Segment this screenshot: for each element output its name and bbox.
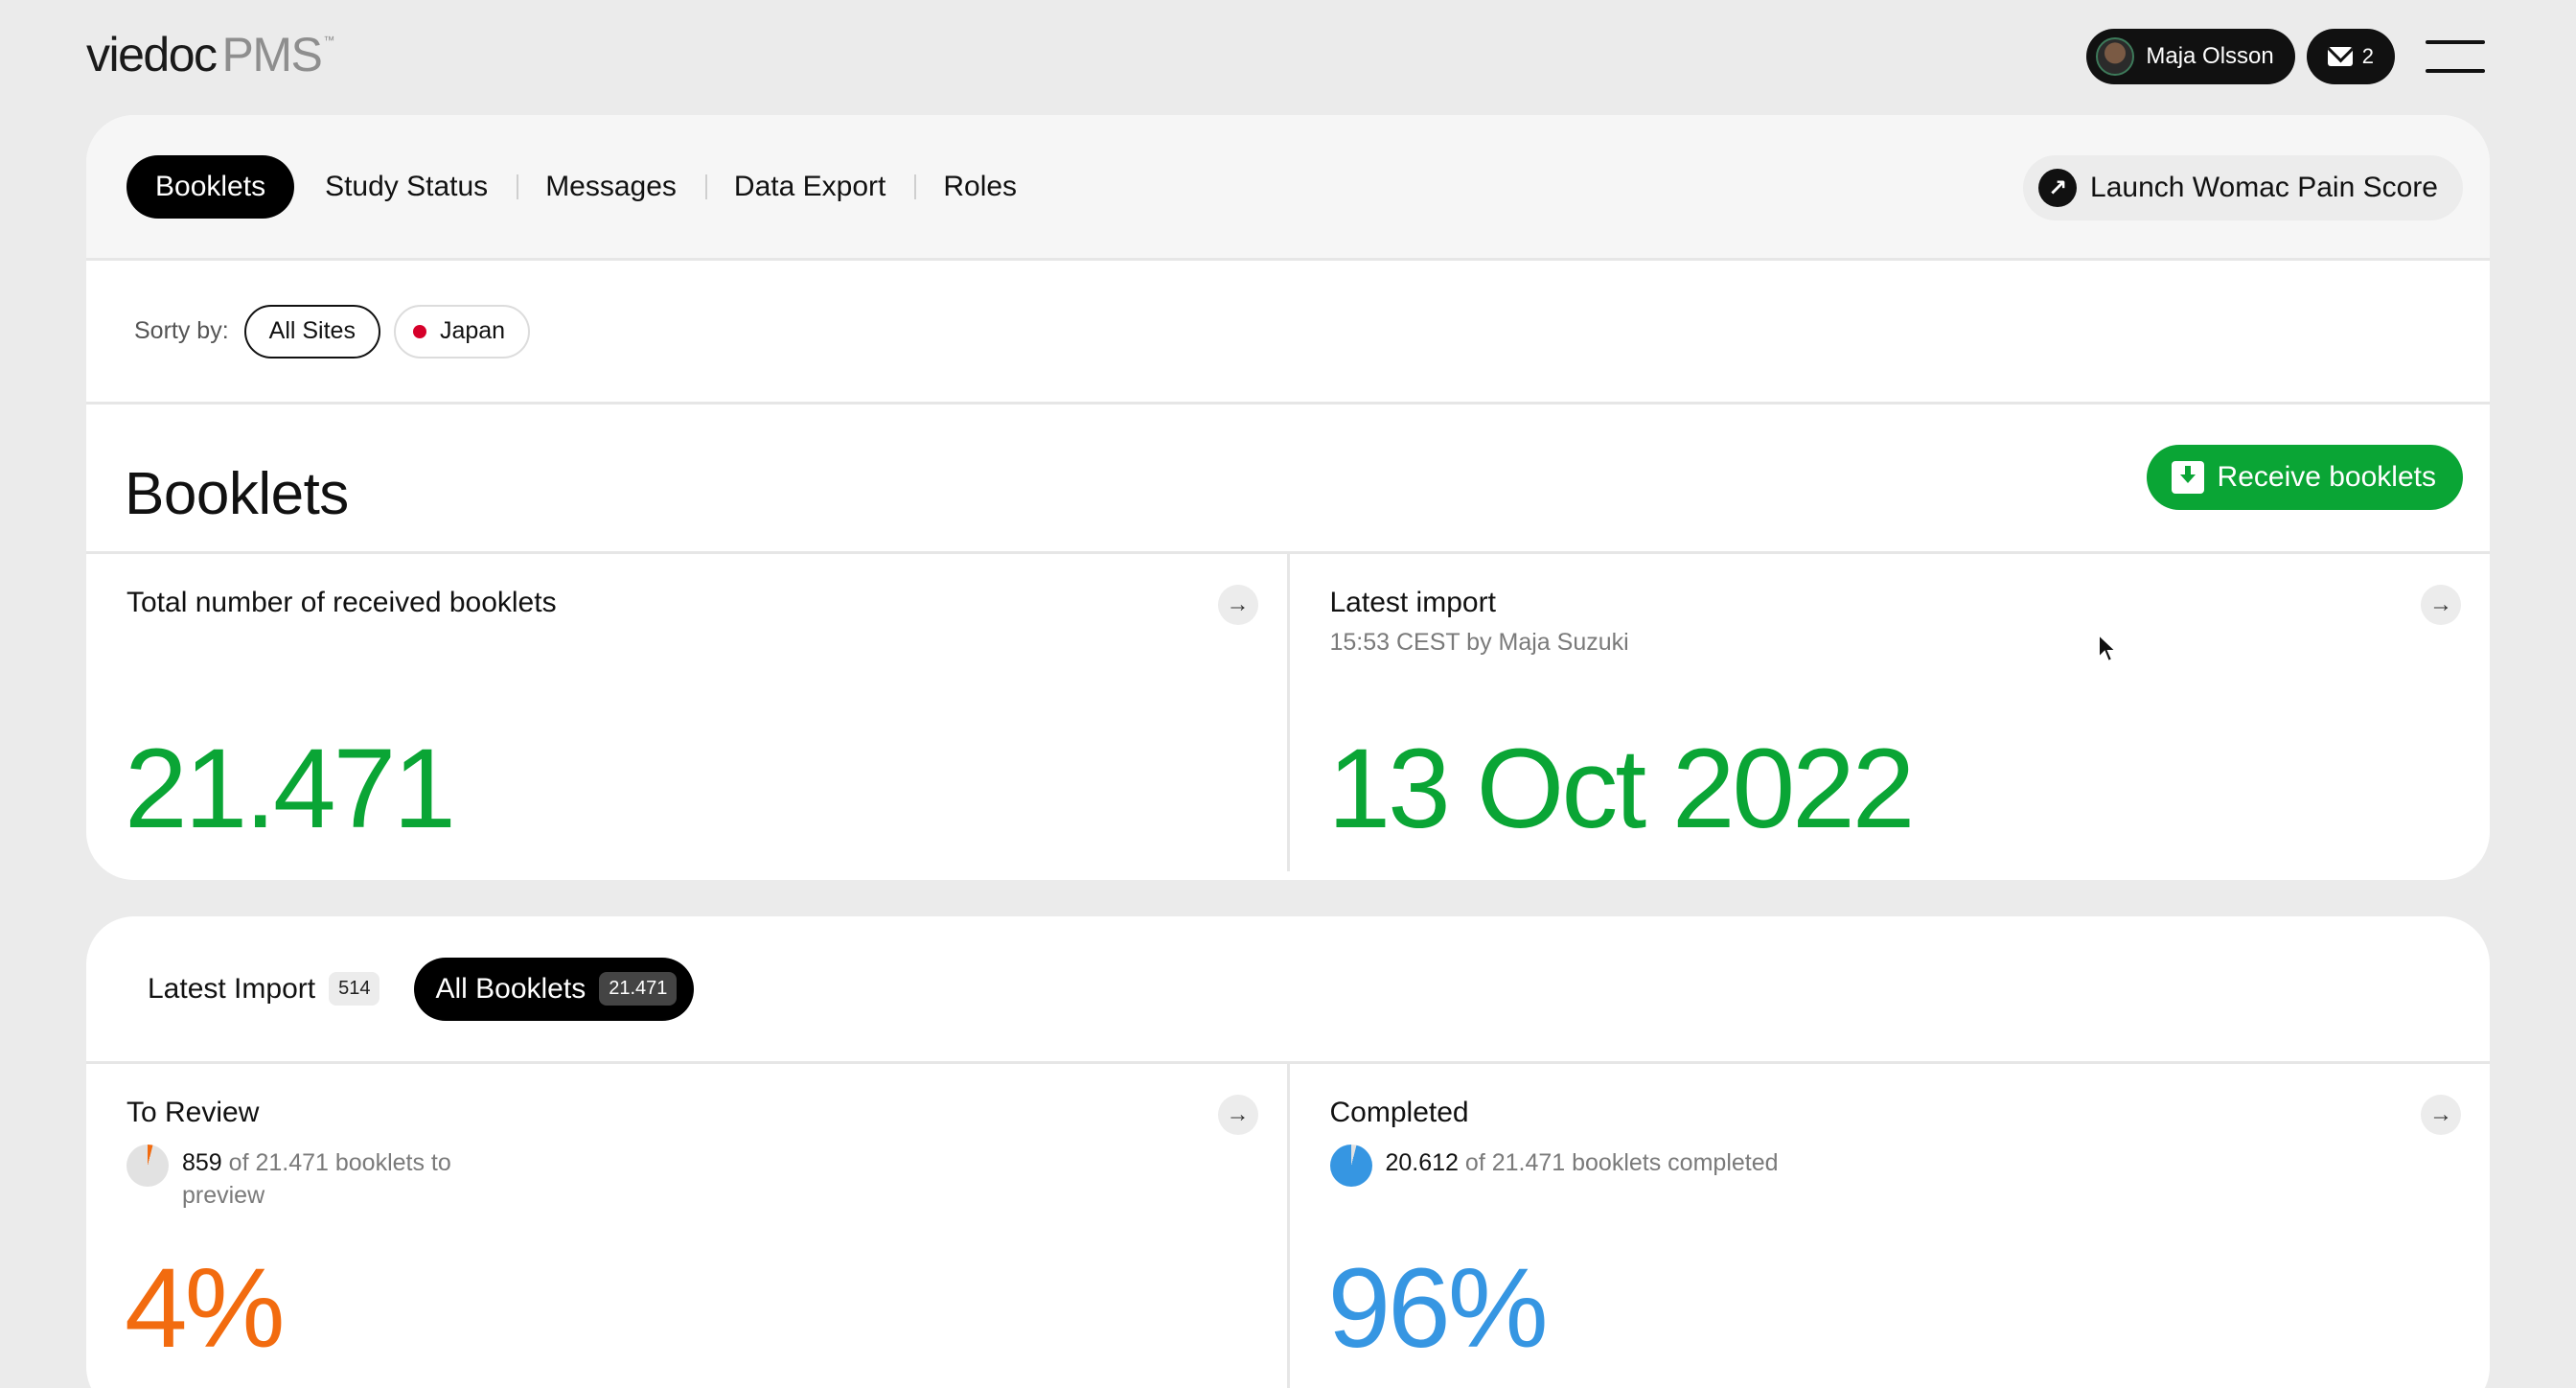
to-review-panel[interactable]: To Review → 859 of 21.471 booklets to pr… [86,1064,1287,1388]
japan-flag-icon [412,324,426,338]
header-controls: Maja Olsson 2 [2086,29,2485,84]
user-menu-button[interactable]: Maja Olsson [2086,29,2295,84]
filter-latest-import-label: Latest Import [148,972,316,1005]
review-count: 859 [182,1149,222,1176]
count-badge: 21.471 [599,972,678,1006]
launch-womac-button[interactable]: ↗ Launch Womac Pain Score [2023,155,2463,220]
receive-booklets-button[interactable]: Receive booklets [2146,445,2463,510]
booklets-card: Booklets Study Status Messages Data Expo… [86,115,2490,880]
app-logo[interactable]: viedoc PMS ™ [86,27,334,84]
hamburger-menu-icon[interactable] [2426,40,2485,73]
sort-label: Sorty by: [134,317,229,344]
launch-label: Launch Womac Pain Score [2090,172,2438,203]
to-review-title: To Review [126,1097,260,1128]
avatar [2096,37,2135,76]
tab-messages[interactable]: Messages [517,155,705,219]
arrow-right-icon[interactable]: → [1217,1095,1258,1135]
status-panels: To Review → 859 of 21.471 booklets to pr… [86,1064,2490,1388]
total-booklets-title: Total number of received booklets [126,587,557,618]
mail-icon [2327,47,2353,66]
tab-data-export[interactable]: Data Export [704,155,914,219]
booklet-status-card: Latest Import 514 All Booklets 21.471 To… [86,916,2490,1388]
tab-roles[interactable]: Roles [914,155,1046,219]
page-title: Booklets [125,461,349,527]
sort-bar: Sorty by: All Sites Japan [86,261,2490,405]
user-name: Maja Olsson [2146,43,2274,69]
logo-trademark: ™ [323,34,335,47]
main-nav: Booklets Study Status Messages Data Expo… [86,115,2490,261]
japan-label: Japan [439,317,506,344]
arrow-right-icon[interactable]: → [2421,1095,2461,1135]
latest-import-title: Latest import [1329,587,1496,618]
booklet-filter-tabs: Latest Import 514 All Booklets 21.471 [86,916,2490,1064]
arrow-up-right-icon: ↗ [2038,169,2078,207]
completed-panel[interactable]: Completed → 20.612 of 21.471 booklets co… [1286,1064,2491,1388]
review-stat: 859 of 21.471 booklets to preview [182,1146,508,1212]
completed-title: Completed [1329,1097,1469,1128]
arrow-right-icon[interactable]: → [2421,585,2461,625]
tab-study-status[interactable]: Study Status [296,155,517,219]
messages-button[interactable]: 2 [2306,29,2395,84]
latest-import-subtitle: 15:53 CEST by Maja Suzuki [1329,629,1629,656]
latest-import-panel[interactable]: Latest import 15:53 CEST by Maja Suzuki … [1286,554,2491,871]
filter-all-booklets-label: All Booklets [435,972,586,1005]
receive-label: Receive booklets [2217,461,2436,493]
completed-count: 20.612 [1385,1149,1459,1176]
completed-pie-icon [1329,1145,1372,1187]
filter-all-booklets[interactable]: All Booklets 21.471 [414,957,695,1021]
review-pie-icon [126,1145,169,1187]
sort-all-sites-chip[interactable]: All Sites [243,304,380,359]
booklet-stats: Total number of received booklets → 21.4… [86,554,2490,871]
review-percent: 4% [125,1245,286,1372]
latest-import-date: 13 Oct 2022 [1327,726,1916,852]
logo-product: PMS [221,28,323,81]
booklets-header: Booklets Receive booklets [86,405,2490,554]
filter-latest-import[interactable]: Latest Import 514 [128,958,397,1021]
sort-japan-chip[interactable]: Japan [393,304,531,359]
completed-text: of 21.471 booklets completed [1458,1149,1779,1176]
total-booklets-value: 21.471 [125,726,456,852]
mouse-cursor-icon [2098,633,2119,663]
completed-percent: 96% [1327,1245,1549,1372]
count-badge: 514 [329,972,380,1006]
completed-stat: 20.612 of 21.471 booklets completed [1386,1146,1961,1179]
logo-brand: viedoc [86,28,218,81]
download-icon [2171,461,2204,494]
mail-count: 2 [2361,44,2374,68]
review-text: of 21.471 booklets to preview [182,1149,451,1209]
total-booklets-panel[interactable]: Total number of received booklets → 21.4… [86,554,1287,871]
tab-booklets[interactable]: Booklets [126,154,295,219]
arrow-right-icon[interactable]: → [1217,585,1258,625]
